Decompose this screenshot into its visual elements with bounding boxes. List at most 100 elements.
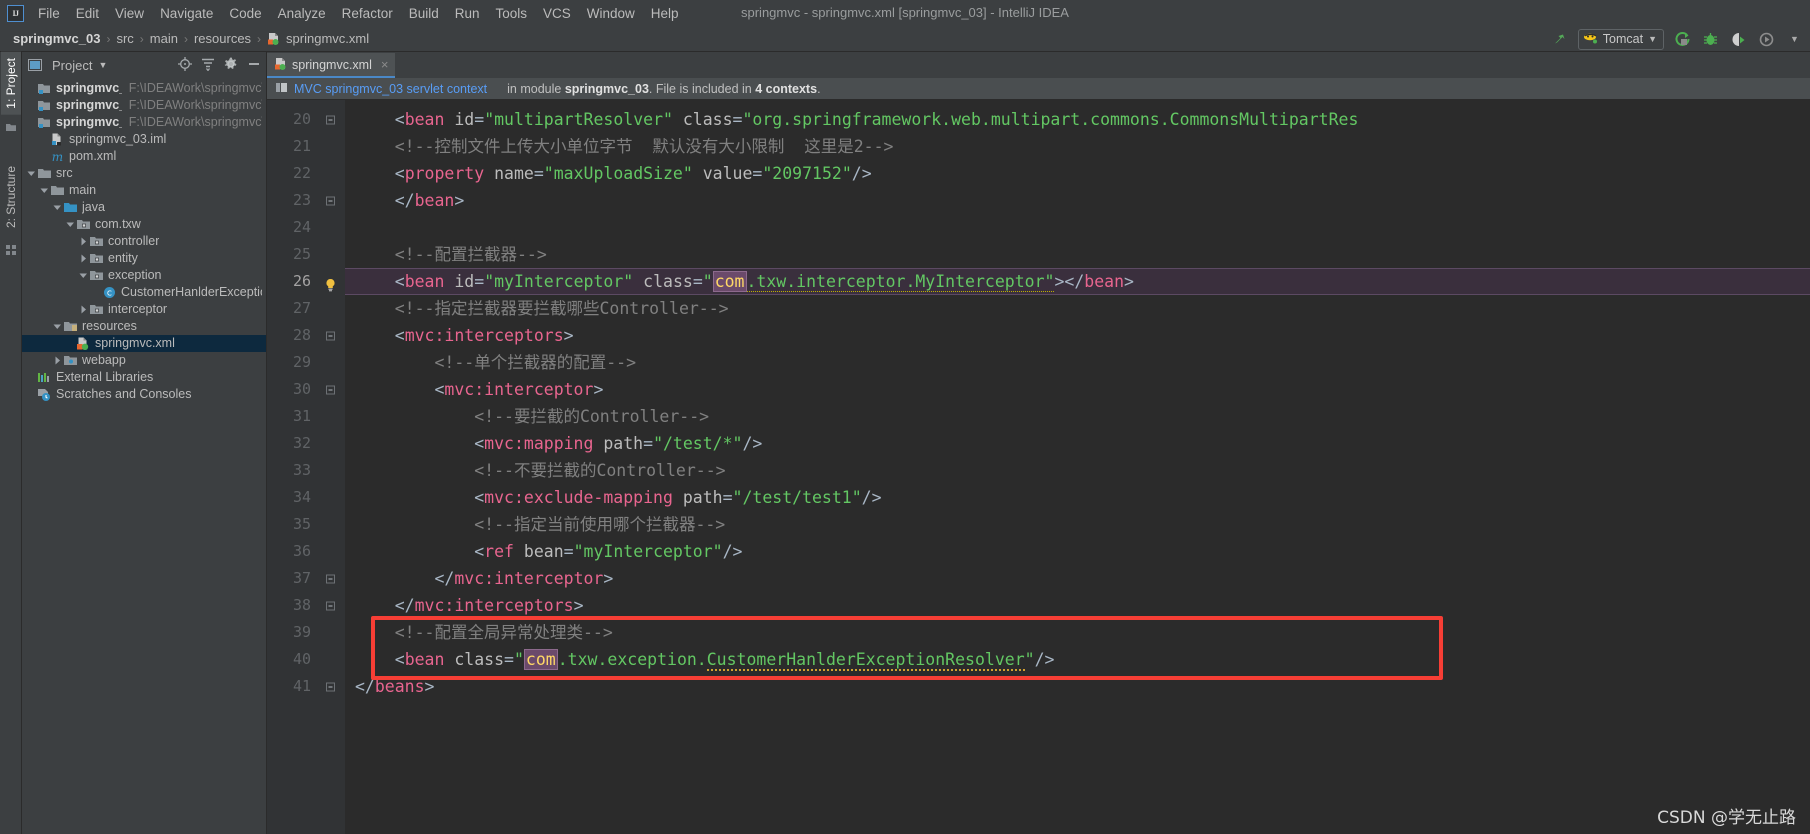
run-icon[interactable] [1673, 30, 1692, 49]
chevron-down-icon[interactable] [52, 199, 63, 216]
menu-vcs[interactable]: VCS [535, 3, 579, 24]
code-line-36[interactable]: <ref bean="myInterceptor"/> [345, 538, 1810, 565]
chevron-right-icon[interactable] [78, 250, 89, 267]
line-number-29[interactable]: 29 [267, 349, 345, 376]
code-line-25[interactable]: <!--配置拦截器--> [345, 241, 1810, 268]
code-line-39[interactable]: <!--配置全局异常处理类--> [345, 619, 1810, 646]
line-number-26[interactable]: 26 [267, 268, 345, 295]
gear-icon[interactable] [224, 57, 238, 74]
favorites-icon[interactable] [5, 121, 17, 136]
sidebar-item-project[interactable]: 1: Project [0, 52, 21, 115]
menu-run[interactable]: Run [447, 3, 488, 24]
chevron-right-icon[interactable] [78, 301, 89, 318]
grid-icon[interactable] [5, 244, 17, 259]
menu-view[interactable]: View [107, 3, 152, 24]
line-number-20[interactable]: 20 [267, 106, 345, 133]
line-number-41[interactable]: 41 [267, 673, 345, 700]
code-line-23[interactable]: </bean> [345, 187, 1810, 214]
breadcrumb-item-main[interactable]: main [147, 30, 181, 47]
tree-node-scratches-and-consoles[interactable]: Scratches and Consoles [22, 386, 266, 403]
menu-code[interactable]: Code [221, 3, 269, 24]
sidebar-item-structure[interactable]: 2: Structure [1, 160, 21, 234]
line-number-39[interactable]: 39 [267, 619, 345, 646]
code-content[interactable]: <bean id="multipartResolver" class="org.… [345, 100, 1810, 834]
line-number-25[interactable]: 25 [267, 241, 345, 268]
line-number-30[interactable]: 30 [267, 376, 345, 403]
fold-collapse-icon[interactable] [326, 682, 335, 691]
code-line-34[interactable]: <mvc:exclude-mapping path="/test/test1"/… [345, 484, 1810, 511]
menu-edit[interactable]: Edit [68, 3, 107, 24]
run-configuration-selector[interactable]: Tomcat ▼ [1577, 28, 1664, 50]
line-number-35[interactable]: 35 [267, 511, 345, 538]
line-number-28[interactable]: 28 [267, 322, 345, 349]
line-number-gutter[interactable]: 20 21 22 23 24 25 26 27 28 29 30 31 32 33 34 35 36 37 38 39… [267, 100, 345, 834]
line-number-34[interactable]: 34 [267, 484, 345, 511]
line-number-32[interactable]: 32 [267, 430, 345, 457]
code-line-33[interactable]: <!--不要拦截的Controller--> [345, 457, 1810, 484]
line-number-33[interactable]: 33 [267, 457, 345, 484]
chevron-right-icon[interactable] [52, 352, 63, 369]
menu-refactor[interactable]: Refactor [334, 3, 401, 24]
chevron-down-icon[interactable]: ▼ [98, 60, 107, 70]
code-line-35[interactable]: <!--指定当前使用哪个拦截器--> [345, 511, 1810, 538]
tree-node-springmvc-03[interactable]: springmvc_03 F:\IDEAWork\springmvc\spring [22, 114, 266, 131]
tree-node-springmvc-03-iml[interactable]: springmvc_03.iml [22, 131, 266, 148]
menu-file[interactable]: File [30, 3, 68, 24]
close-icon[interactable]: × [381, 57, 389, 72]
line-number-27[interactable]: 27 [267, 295, 345, 322]
menu-build[interactable]: Build [401, 3, 447, 24]
collapse-all-icon[interactable] [201, 57, 215, 74]
tree-node-resources[interactable]: resources [22, 318, 266, 335]
line-number-21[interactable]: 21 [267, 133, 345, 160]
profile-icon[interactable] [1757, 30, 1776, 49]
line-number-37[interactable]: 37 [267, 565, 345, 592]
code-line-37[interactable]: </mvc:interceptor> [345, 565, 1810, 592]
code-line-20[interactable]: <bean id="multipartResolver" class="org.… [345, 106, 1810, 133]
line-number-40[interactable]: 40 [267, 646, 345, 673]
code-editor[interactable]: 20 21 22 23 24 25 26 27 28 29 30 31 32 33 34 35 36 37 38 39… [267, 100, 1810, 834]
tree-node-springmvc-01[interactable]: springmvc_01 F:\IDEAWork\springmvc\spring [22, 80, 266, 97]
hide-window-icon[interactable] [247, 57, 261, 74]
menu-tools[interactable]: Tools [488, 3, 536, 24]
tree-node-external-libraries[interactable]: External Libraries [22, 369, 266, 386]
fold-collapse-icon[interactable] [326, 574, 335, 583]
tree-node-pom-xml[interactable]: m pom.xml [22, 148, 266, 165]
tree-node-interceptor[interactable]: interceptor [22, 301, 266, 318]
menu-navigate[interactable]: Navigate [152, 3, 221, 24]
tree-node-springmvc-02[interactable]: springmvc_02 F:\IDEAWork\springmvc\spring [22, 97, 266, 114]
servlet-context-link[interactable]: MVC springmvc_03 servlet context [294, 82, 487, 96]
tree-node-entity[interactable]: entity [22, 250, 266, 267]
code-line-22[interactable]: <property name="maxUploadSize" value="20… [345, 160, 1810, 187]
menu-window[interactable]: Window [579, 3, 643, 24]
breadcrumb-item-src[interactable]: src [113, 30, 136, 47]
tree-node-com-txw[interactable]: com.txw [22, 216, 266, 233]
hammer-build-icon[interactable] [1550, 30, 1569, 49]
menu-help[interactable]: Help [643, 3, 687, 24]
code-line-32[interactable]: <mvc:mapping path="/test/*"/> [345, 430, 1810, 457]
chevron-down-icon[interactable] [26, 165, 37, 182]
chevron-down-icon[interactable] [78, 267, 89, 284]
tab-springmvc-xml[interactable]: springmvc.xml × [267, 53, 396, 78]
menu-analyze[interactable]: Analyze [270, 3, 334, 24]
code-line-24[interactable] [345, 214, 1810, 241]
breadcrumb-item-resources[interactable]: resources [191, 30, 254, 47]
chevron-down-icon[interactable] [52, 318, 63, 335]
chevron-right-icon[interactable] [78, 233, 89, 250]
code-line-27[interactable]: <!--指定拦截器要拦截哪些Controller--> [345, 295, 1810, 322]
code-line-28[interactable]: <mvc:interceptors> [345, 322, 1810, 349]
debug-icon[interactable] [1701, 30, 1720, 49]
fold-collapse-icon[interactable] [326, 385, 335, 394]
code-line-38[interactable]: </mvc:interceptors> [345, 592, 1810, 619]
line-number-22[interactable]: 22 [267, 160, 345, 187]
code-line-31[interactable]: <!--要拦截的Controller--> [345, 403, 1810, 430]
tree-node-java[interactable]: java [22, 199, 266, 216]
code-line-29[interactable]: <!--单个拦截器的配置--> [345, 349, 1810, 376]
chevron-down-icon[interactable] [65, 216, 76, 233]
code-line-26[interactable]: <bean id="myInterceptor" class=" com .txw.… [345, 268, 1810, 295]
tree-node-main[interactable]: main [22, 182, 266, 199]
fold-collapse-icon[interactable] [326, 196, 335, 205]
code-line-30[interactable]: <mvc:interceptor> [345, 376, 1810, 403]
tree-node-controller[interactable]: controller [22, 233, 266, 250]
fold-collapse-icon[interactable] [326, 331, 335, 340]
line-number-31[interactable]: 31 [267, 403, 345, 430]
